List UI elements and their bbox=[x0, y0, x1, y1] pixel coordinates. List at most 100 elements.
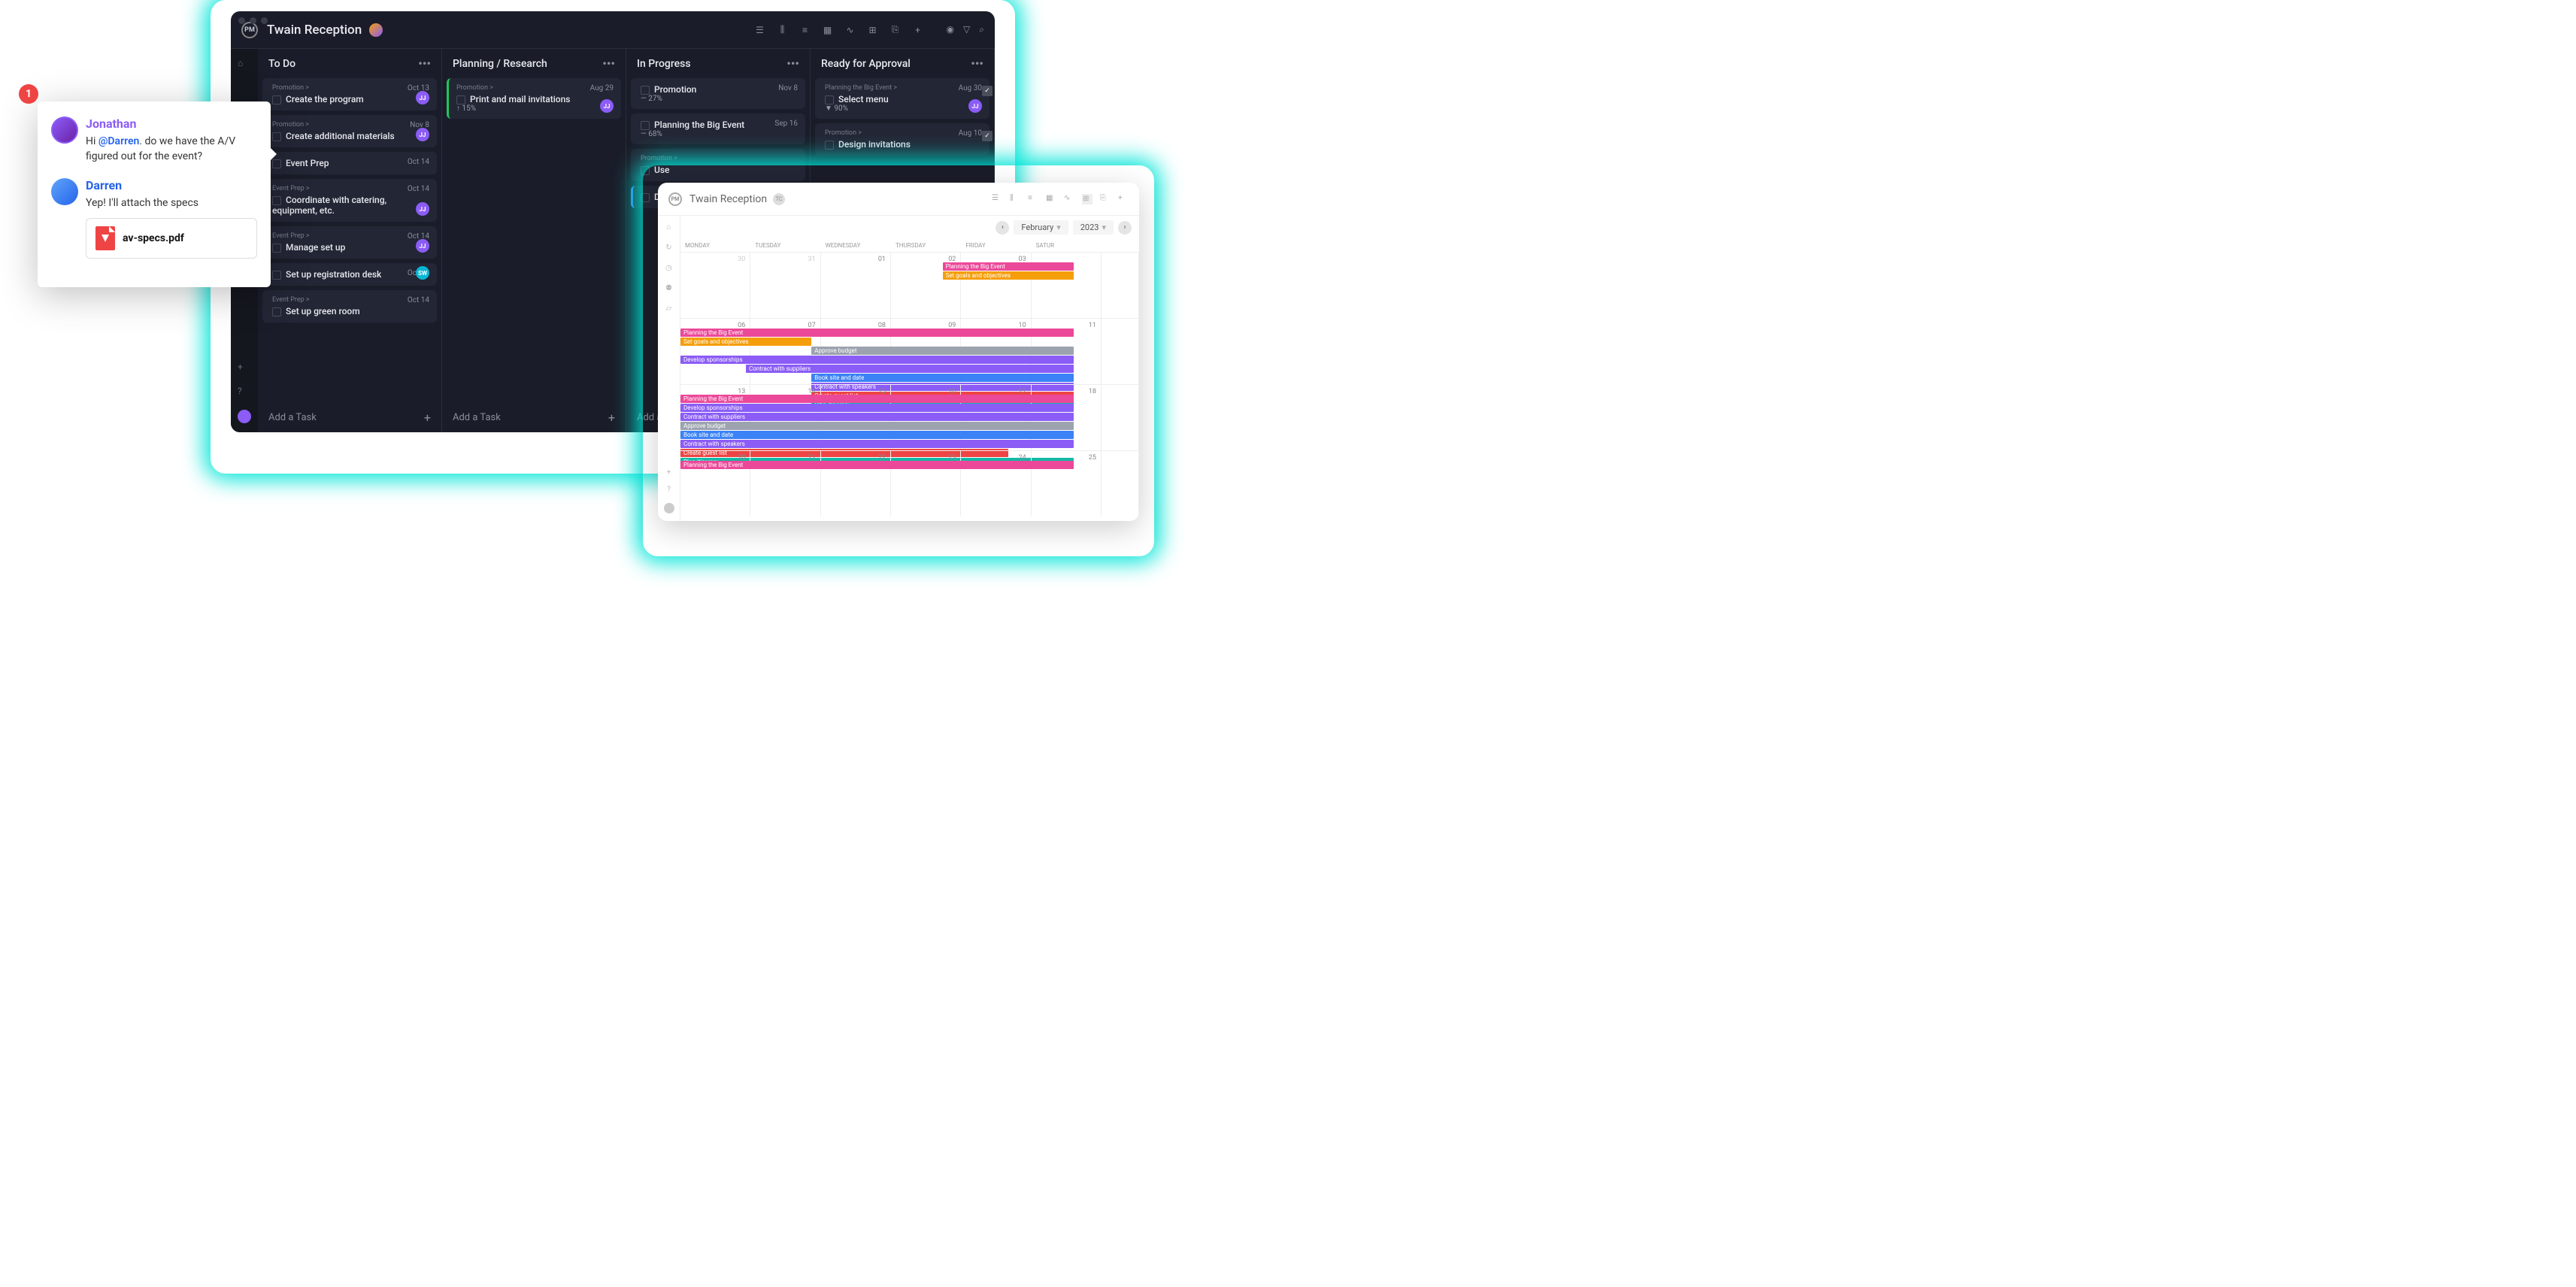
task-card[interactable]: Event Prep >Manage set upOct 14JJ bbox=[262, 226, 437, 259]
task-card[interactable]: Promotion >Create the programOct 13JJ bbox=[262, 78, 437, 111]
filter-icon[interactable]: ▽ bbox=[963, 24, 970, 35]
calendar-view-icon[interactable]: ⊞ bbox=[1082, 194, 1093, 204]
checkbox[interactable] bbox=[272, 271, 281, 280]
month-select[interactable]: February ▾ bbox=[1014, 220, 1068, 235]
attachment[interactable]: av-specs.pdf bbox=[86, 218, 257, 259]
help-icon[interactable]: ? bbox=[238, 386, 251, 399]
card-date: Aug 10 bbox=[959, 129, 982, 138]
prev-button[interactable]: ‹ bbox=[996, 221, 1009, 235]
calendar-event[interactable]: Planning the Big Event bbox=[680, 395, 1074, 403]
assignee-avatar[interactable]: JJ bbox=[600, 99, 614, 113]
checkbox[interactable] bbox=[272, 307, 281, 316]
add-sidebar-icon[interactable]: + bbox=[238, 362, 251, 375]
checkbox[interactable] bbox=[825, 95, 834, 104]
calendar-cell[interactable]: 30 bbox=[680, 252, 750, 318]
calendar-event[interactable]: Contract with speakers bbox=[680, 440, 1074, 448]
home-icon[interactable]: ⌂ bbox=[666, 223, 671, 232]
calendar-cell[interactable]: 31 bbox=[750, 252, 820, 318]
add-icon[interactable]: + bbox=[912, 24, 924, 36]
checkbox[interactable] bbox=[272, 132, 281, 141]
add-task-button[interactable]: Add a Task+ bbox=[442, 403, 626, 432]
calendar-cell[interactable]: 01 bbox=[821, 252, 891, 318]
project-badge[interactable]: TC bbox=[773, 193, 785, 205]
briefcase-icon[interactable]: ▱ bbox=[666, 304, 672, 313]
eye-icon[interactable]: ◉ bbox=[947, 24, 954, 35]
task-card[interactable]: Promotion— 27%Nov 8 bbox=[631, 78, 805, 109]
task-card[interactable]: Event Prep >Set up green roomOct 14 bbox=[262, 290, 437, 323]
board-view-icon[interactable]: ⫼ bbox=[1010, 194, 1020, 204]
task-card[interactable]: Promotion >Print and mail invitations↑ 1… bbox=[447, 78, 621, 119]
calendar-event[interactable]: Set goals and objectives bbox=[943, 271, 1074, 280]
assignee-avatar[interactable]: JJ bbox=[416, 128, 429, 141]
list-view-icon[interactable]: ☰ bbox=[992, 194, 1002, 204]
refresh-icon[interactable]: ↻ bbox=[665, 244, 671, 252]
mention[interactable]: @Darren bbox=[98, 135, 140, 147]
calendar-event[interactable]: Planning the Big Event bbox=[943, 262, 1074, 271]
task-card[interactable]: Planning the Big Event >Select menu▼ 90%… bbox=[815, 78, 989, 119]
help-icon[interactable]: ? bbox=[667, 486, 671, 494]
calendar-event[interactable]: Develop sponsorships bbox=[680, 404, 1074, 412]
column-menu-icon[interactable]: ••• bbox=[602, 56, 615, 71]
checkbox[interactable] bbox=[456, 95, 465, 104]
task-card[interactable]: Event Prep >Coordinate with catering, eq… bbox=[262, 179, 437, 222]
activity-icon[interactable]: ∿ bbox=[1064, 194, 1074, 204]
card-title: Create the program bbox=[272, 94, 429, 104]
add-task-button[interactable]: Add a Task+ bbox=[258, 403, 441, 432]
assignee-avatar[interactable]: JJ bbox=[968, 99, 982, 113]
notification-badge[interactable]: 1 bbox=[19, 84, 38, 104]
column-menu-icon[interactable]: ••• bbox=[786, 56, 799, 71]
user-avatar[interactable] bbox=[664, 503, 674, 513]
sheet-view-icon[interactable]: ▦ bbox=[822, 24, 834, 36]
calendar-event[interactable]: Book site and date bbox=[680, 431, 1074, 439]
sheet-view-icon[interactable]: ▦ bbox=[1046, 194, 1056, 204]
calendar-event[interactable]: Develop sponsorships bbox=[680, 356, 1074, 364]
assignee-avatar[interactable]: SW bbox=[416, 266, 429, 280]
app-logo[interactable]: PM bbox=[668, 192, 682, 206]
home-icon[interactable]: ⌂ bbox=[238, 58, 251, 71]
project-avatar[interactable] bbox=[369, 23, 383, 37]
board-view-icon[interactable]: ⫼ bbox=[777, 24, 789, 36]
calendar-event[interactable]: Approve budget bbox=[680, 422, 1074, 430]
task-card[interactable]: Promotion >Design invitationsAug 10✓ bbox=[815, 123, 989, 156]
approved-icon: ✓ bbox=[982, 131, 993, 141]
next-button[interactable]: › bbox=[1118, 221, 1132, 235]
calendar-event[interactable]: Contract with suppliers bbox=[680, 413, 1074, 421]
add-icon[interactable]: + bbox=[1118, 194, 1129, 204]
column-menu-icon[interactable]: ••• bbox=[971, 56, 983, 71]
clock-icon[interactable]: ◷ bbox=[665, 264, 672, 272]
task-card[interactable]: Event PrepOct 14 bbox=[262, 152, 437, 174]
calendar-event[interactable]: Planning the Big Event bbox=[680, 329, 1074, 337]
task-card[interactable]: Set up registration deskOct 14SW bbox=[262, 263, 437, 286]
calendar-event[interactable]: Planning the Big Event bbox=[680, 461, 1074, 469]
task-card[interactable]: Planning the Big Event— 68%Sep 16 bbox=[631, 114, 805, 144]
add-icon[interactable]: + bbox=[667, 468, 671, 477]
checkbox[interactable] bbox=[641, 86, 650, 95]
column-menu-icon[interactable]: ••• bbox=[418, 56, 431, 71]
avatar[interactable] bbox=[51, 117, 78, 144]
file-icon[interactable]: ⎘ bbox=[1100, 194, 1111, 204]
user-avatar[interactable] bbox=[238, 410, 251, 423]
year-select[interactable]: 2023 ▾ bbox=[1073, 220, 1114, 235]
search-icon[interactable]: ⌕ bbox=[979, 24, 984, 35]
calendar-event[interactable]: Contract with suppliers bbox=[746, 365, 1074, 373]
people-icon[interactable]: ⚉ bbox=[665, 284, 672, 292]
gantt-view-icon[interactable]: ≡ bbox=[1028, 194, 1038, 204]
avatar[interactable] bbox=[51, 178, 78, 205]
assignee-avatar[interactable]: JJ bbox=[416, 91, 429, 104]
assignee-avatar[interactable]: JJ bbox=[416, 239, 429, 253]
checkbox[interactable] bbox=[825, 141, 834, 150]
assignee-avatar[interactable]: JJ bbox=[416, 202, 429, 216]
calendar-view-icon[interactable]: ⊞ bbox=[867, 24, 879, 36]
checkbox[interactable] bbox=[641, 121, 650, 130]
checkbox[interactable] bbox=[272, 95, 281, 104]
activity-icon[interactable]: ∿ bbox=[844, 24, 856, 36]
checkbox[interactable] bbox=[272, 196, 281, 205]
task-card[interactable]: Promotion >Create additional materialsNo… bbox=[262, 115, 437, 147]
file-icon[interactable]: ⎘ bbox=[889, 24, 902, 36]
calendar-event[interactable]: Approve budget bbox=[811, 347, 1074, 355]
calendar-event[interactable]: Book site and date bbox=[811, 374, 1074, 382]
checkbox[interactable] bbox=[272, 244, 281, 253]
gantt-view-icon[interactable]: ≡ bbox=[799, 24, 811, 36]
calendar-event[interactable]: Set goals and objectives bbox=[680, 338, 811, 346]
list-view-icon[interactable]: ☰ bbox=[754, 24, 766, 36]
